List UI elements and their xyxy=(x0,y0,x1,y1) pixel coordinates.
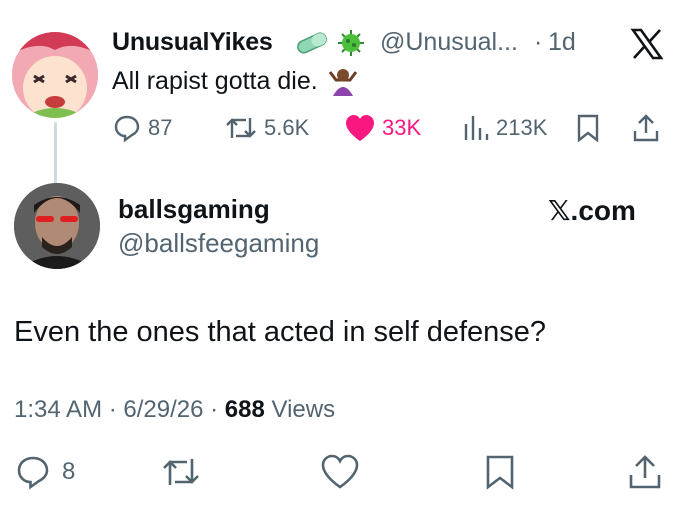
share-button[interactable] xyxy=(628,452,662,492)
parent-repost-button[interactable]: 5.6K xyxy=(224,112,309,144)
share-icon xyxy=(632,113,660,143)
avatar-illustration xyxy=(12,32,98,118)
tweet-meta: 1:34 AM · 6/29/26 · 688 Views xyxy=(14,396,335,424)
tweet-date[interactable]: 6/29/26 xyxy=(123,396,203,423)
avatar-photo xyxy=(14,183,100,269)
reply-icon xyxy=(112,113,142,143)
parent-badges xyxy=(294,28,366,58)
reply-count: 8 xyxy=(62,458,76,485)
x-com-watermark: 𝕏.com xyxy=(548,195,636,226)
like-button[interactable] xyxy=(320,452,360,492)
main-avatar[interactable] xyxy=(14,183,100,269)
main-tweet-text: Even the ones that acted in self defense… xyxy=(14,316,547,348)
parent-tweet-body: All rapist gotta die. xyxy=(112,66,318,95)
parent-handle[interactable]: @Unusual... xyxy=(380,28,518,57)
reply-count: 87 xyxy=(148,115,173,140)
meta-separator: · xyxy=(203,396,225,423)
main-handle[interactable]: @ballsfeegaming xyxy=(118,228,319,259)
bookmark-icon xyxy=(484,453,516,491)
parent-tweet-text: All rapist gotta die. xyxy=(112,66,360,96)
repost-icon xyxy=(160,454,202,490)
parent-avatar[interactable] xyxy=(12,32,98,118)
like-count: 33K xyxy=(382,115,422,140)
bookmark-icon xyxy=(576,113,600,143)
heart-outline-icon xyxy=(320,453,360,491)
parent-time[interactable]: 1d xyxy=(548,28,576,57)
tweet-time[interactable]: 1:34 AM xyxy=(14,396,102,423)
views-label: Views xyxy=(264,396,336,423)
views-count: 213K xyxy=(496,115,548,140)
meta-separator: · xyxy=(534,28,543,56)
reply-icon xyxy=(14,453,52,491)
parent-share-button[interactable] xyxy=(632,112,660,144)
parent-display-name[interactable]: UnusualYikes xyxy=(112,28,273,57)
repost-icon xyxy=(224,114,258,142)
main-display-name[interactable]: ballsgaming xyxy=(118,194,270,225)
meta-separator: · xyxy=(102,396,124,423)
main-actions-bar: 8 xyxy=(14,452,664,492)
virus-emoji-icon xyxy=(336,28,366,58)
pill-emoji-icon xyxy=(294,31,330,55)
heart-filled-icon xyxy=(344,113,376,143)
parent-views-button[interactable]: 213K xyxy=(462,112,547,144)
reply-button[interactable]: 8 xyxy=(14,452,75,492)
parent-like-button[interactable]: 33K xyxy=(344,112,421,144)
thread-connector-line xyxy=(54,122,57,184)
parent-reply-button[interactable]: 87 xyxy=(112,112,172,144)
views-number: 688 xyxy=(224,396,265,423)
x-logo-icon[interactable] xyxy=(630,28,664,60)
person-shrugging-emoji-icon xyxy=(326,66,360,96)
views-chart-icon xyxy=(462,114,490,142)
share-icon xyxy=(628,453,662,491)
repost-button[interactable] xyxy=(160,452,202,492)
parent-actions-bar: 87 5.6K 33K 213K xyxy=(112,112,664,144)
parent-bookmark-button[interactable] xyxy=(576,112,600,144)
bookmark-button[interactable] xyxy=(484,452,516,492)
repost-count: 5.6K xyxy=(264,115,310,140)
